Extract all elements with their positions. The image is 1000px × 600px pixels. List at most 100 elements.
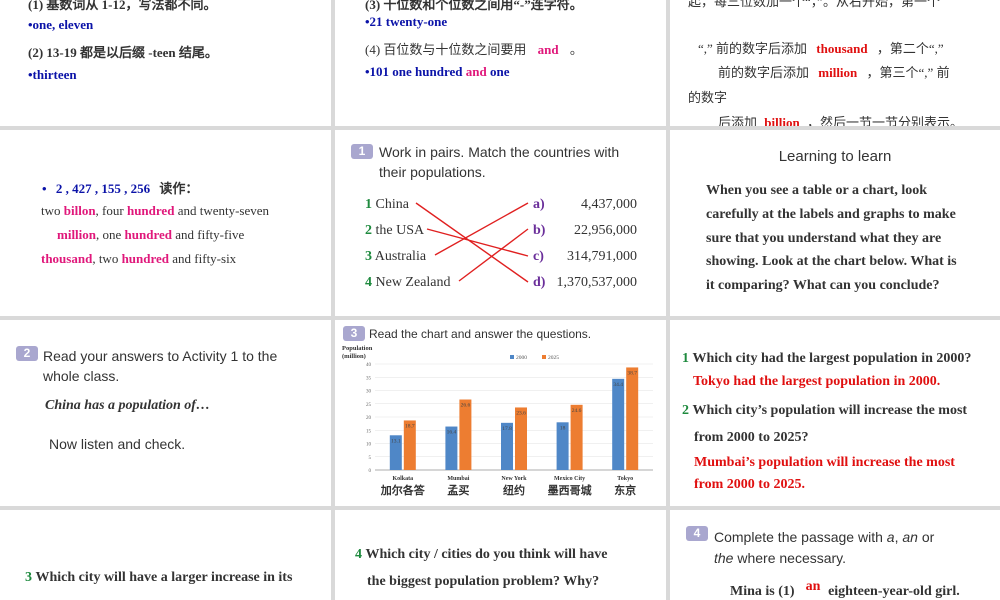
y-tick-label: 25 — [366, 403, 372, 408]
keyword-million: million — [57, 227, 97, 242]
answer-2-line-2: from 2000 to 2025. — [694, 477, 805, 492]
chart-instruction: Read the chart and answer the questions. — [369, 327, 592, 341]
slide-cardinal-numbers-1: (1) 基数词从 1-12，写法都不同。 •one, eleven (2) 13… — [0, 0, 331, 126]
keyword-hundred: hundred — [124, 227, 173, 242]
x-tick-label: New York — [501, 476, 527, 482]
word: , four — [95, 203, 124, 218]
example-part-1: •101 one hundred — [365, 64, 463, 79]
question-number: 3 — [25, 570, 32, 585]
population-bar-chart: Population(million)05101520253035402000 2… — [342, 345, 653, 497]
slide-question-4: 4 Which city / cities do you think will … — [335, 510, 666, 600]
keyword-thousand: thousand — [816, 41, 868, 56]
y-axis-label: Population — [342, 345, 373, 352]
example-sentence: China has a population of… — [45, 398, 210, 413]
x-tick-label: Mumbai — [447, 476, 469, 482]
question-3: 3 Which city will have a larger increase… — [25, 570, 292, 586]
instruction-text: or — [921, 529, 935, 545]
rule-line-2: (2) 13-19 都是以后缀 -teen 结尾。 — [28, 45, 218, 60]
bar-2025-tokyo — [626, 367, 639, 470]
bar-2025-mexico-city — [570, 404, 583, 470]
x-tick-label: Tokyo — [617, 476, 633, 482]
match-line — [434, 202, 529, 256]
legend-label: 2000 — [516, 355, 527, 361]
blank-answer: an — [805, 579, 821, 594]
data-label: 34.4 — [613, 382, 623, 388]
data-label: 18.7 — [405, 423, 415, 429]
x-tick-label-cn: 墨西哥城 — [548, 483, 592, 497]
rule-line-1: (1) 基数词从 1-12，写法都不同。 — [28, 0, 217, 12]
instruction-text: Complete the passage with — [714, 529, 883, 545]
data-label: 17.8 — [502, 426, 512, 432]
y-tick-label: 35 — [366, 376, 372, 381]
read-as-label: 读作： — [159, 181, 199, 196]
question-text: Which city had the largest population in… — [692, 351, 972, 366]
match-line — [458, 228, 529, 282]
slide-activity-2: 2 Read your answers to Activity 1 to the… — [0, 320, 331, 506]
answer-2-line-1: Mumbai’s population will increase the mo… — [694, 455, 955, 470]
para-line: showing. Look at the chart below. What i… — [706, 254, 957, 269]
word: and fifty-six — [172, 251, 237, 266]
reading-line-1: two billon, four hundred and twenty-seve… — [41, 203, 269, 219]
word: , one — [96, 227, 122, 242]
slide-number-reading-example: • 2 , 427 , 155 , 256 读作： two billon, fo… — [0, 130, 331, 316]
para-line: When you see a table or a chart, look — [706, 183, 928, 198]
word: , two — [92, 251, 119, 266]
x-tick-label: Mexico City — [554, 476, 585, 482]
match-line — [426, 228, 529, 257]
example-line-2: •thirteen — [28, 67, 77, 82]
y-tick-label: 20 — [366, 416, 372, 421]
rule-text: ，第三个“,” 前 — [866, 65, 950, 80]
example-number: • 2 , 427 , 155 , 256 读作： — [42, 178, 198, 197]
question-number: 1 — [682, 351, 689, 366]
y-tick-label: 15 — [366, 429, 372, 434]
keyword-billion: billion — [764, 115, 800, 126]
instruction-line-1: Complete the passage with a, an or — [714, 529, 934, 545]
keyword-million: million — [818, 65, 858, 80]
reading-line-2: million, one hundred and fifty-five — [57, 227, 244, 243]
answer-1: Tokyo had the largest population in 2000… — [693, 374, 941, 389]
y-axis-label: (million) — [342, 353, 366, 360]
sentence-end: eighteen-year-old girl. — [828, 584, 960, 599]
x-tick-label-cn: 东京 — [614, 483, 636, 497]
activity-badge: 4 — [686, 526, 708, 541]
para-line: sure that you understand what they are — [706, 231, 942, 246]
keyword-and: and — [537, 42, 559, 57]
question-number: 4 — [355, 547, 362, 562]
slide-answers-1-2: 1 Which city had the largest population … — [670, 320, 1000, 506]
answer-blank[interactable]: an — [798, 579, 828, 600]
rule-para-line-5: 后添加 billion ，然后一节一节分别表示。 — [718, 112, 963, 126]
separator: , — [894, 529, 899, 545]
rule-text: ，第二个“,” — [876, 41, 944, 56]
data-label: 26.6 — [461, 403, 471, 409]
question-number: 2 — [682, 403, 689, 418]
instruction-text: where necessary. — [737, 550, 847, 566]
data-label: 24.6 — [572, 408, 582, 414]
y-tick-label: 30 — [366, 390, 372, 395]
question-2: 2 Which city’s population will increase … — [682, 403, 967, 419]
slide-activity-1-matching: 1 Work in pairs. Match the countries wit… — [335, 130, 666, 316]
keyword-hundred: hundred — [126, 203, 175, 218]
word: two — [41, 203, 61, 218]
example-line-1: •one, eleven — [28, 17, 94, 32]
para-line: it comparing? What can you conclude? — [706, 278, 940, 293]
matching-lines — [415, 202, 529, 283]
rule-para-line-4: 的数字 — [688, 90, 728, 105]
x-tick-label-cn: 加尔各答 — [380, 483, 426, 497]
slide-large-numbers-rule: 起，每三位数加一个“，”。从右开始，第一个 “,” 前的数字后添加 thousa… — [670, 0, 1000, 126]
x-tick-label: Kolkata — [392, 476, 413, 482]
question-4-line-2: the biggest population problem? Why? — [367, 574, 600, 589]
passage-sentence: Mina is (1) an eighteen-year-old girl. — [730, 579, 960, 600]
rule-line-4-end: 。 — [569, 42, 583, 57]
instruction-line-2: whole class. — [43, 368, 120, 384]
word: and twenty-seven — [177, 203, 270, 218]
slide-cardinal-numbers-2: (3) 十位数和个位数之间用“-”连字符。 •21 twenty-one (4)… — [335, 0, 666, 126]
data-label: 13.1 — [391, 438, 401, 444]
keyword-thousand: thousand — [41, 251, 93, 266]
example-and: and — [465, 64, 487, 79]
y-tick-label: 0 — [369, 469, 372, 474]
question-text: Which city will have a larger increase i… — [35, 570, 293, 585]
activity-badge: 3 — [343, 326, 365, 341]
y-tick-label: 10 — [366, 443, 372, 448]
x-tick-label-cn: 孟买 — [447, 483, 469, 497]
data-label: 23.6 — [516, 410, 526, 416]
